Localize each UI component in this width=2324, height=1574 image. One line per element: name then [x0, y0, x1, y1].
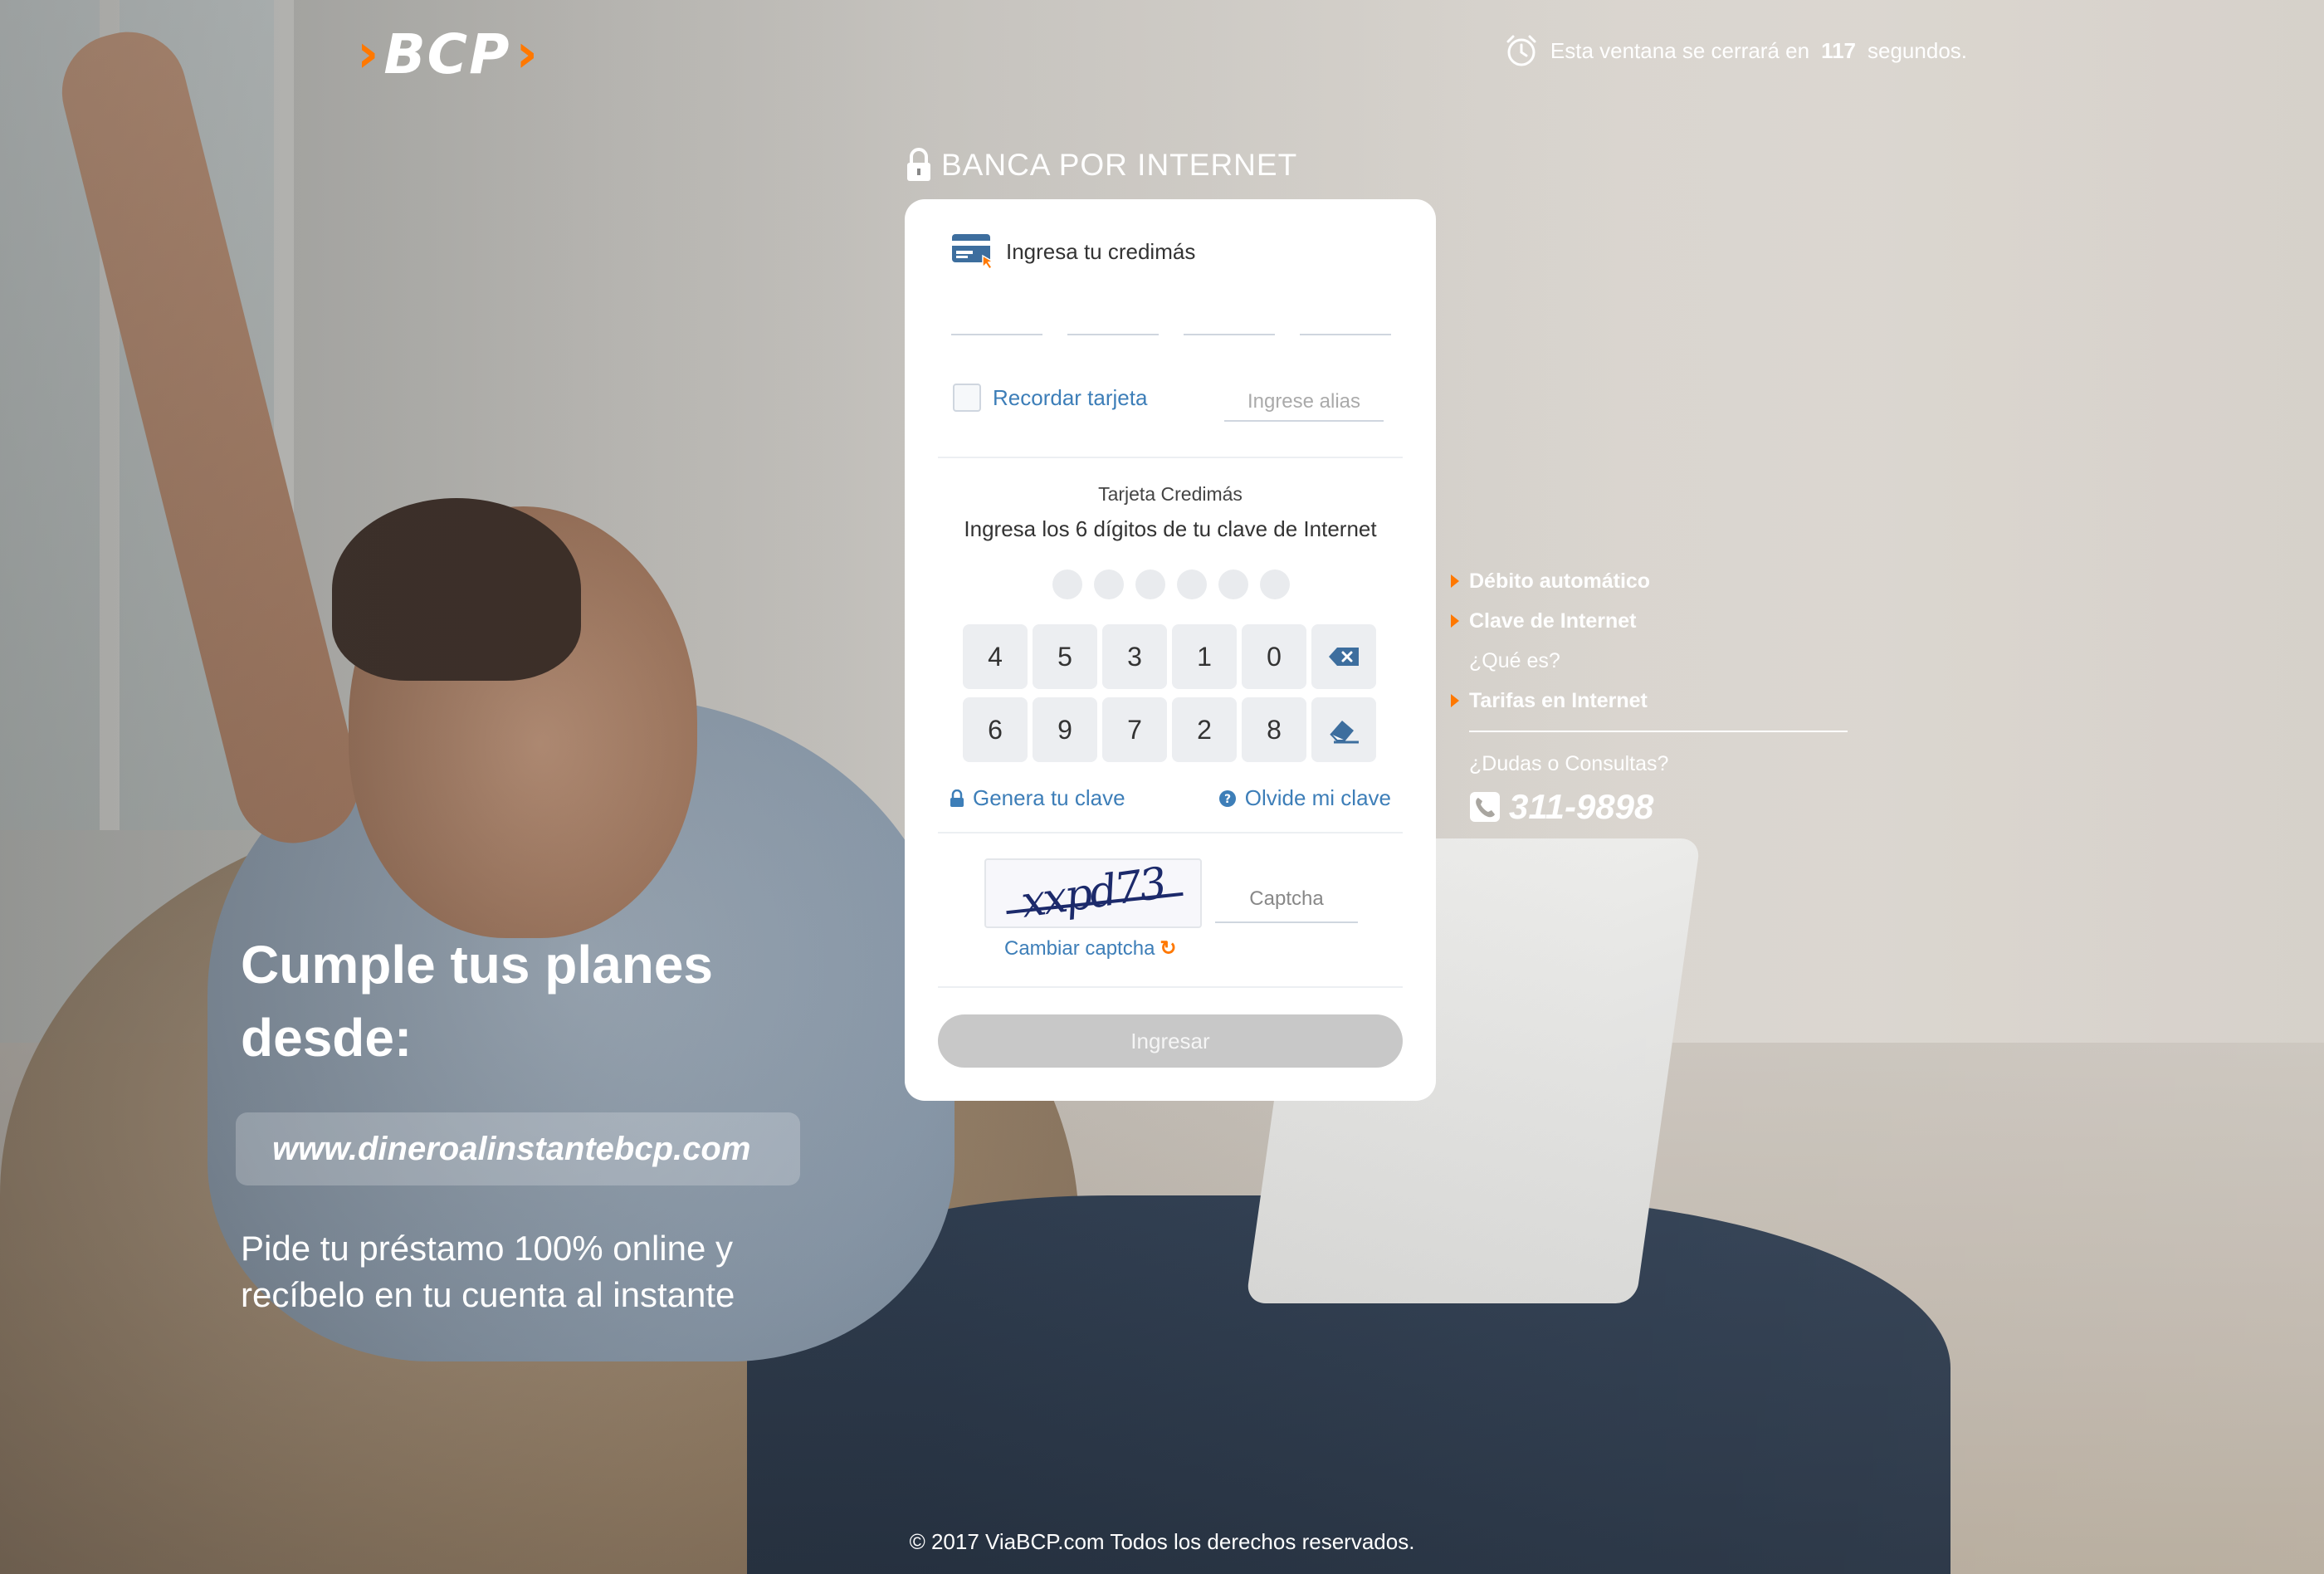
keypad-key[interactable]: 4	[963, 624, 1028, 689]
timer-seconds: 117	[1821, 37, 1857, 63]
promo-description: Pide tu préstamo 100% online y recíbelo …	[241, 1229, 735, 1314]
pin-dot	[1052, 569, 1082, 599]
keypad-key[interactable]: 2	[1172, 697, 1237, 762]
side-menu: Débito automático Clave de Internet ¿Qué…	[1451, 561, 1848, 827]
captcha-image: xxpd73	[984, 858, 1202, 928]
arrow-right-icon	[1451, 614, 1459, 628]
promo-url[interactable]: www.dineroalinstantebcp.com	[236, 1112, 800, 1185]
virtual-keypad: 4 5 3 1 0 6 9 7 2 8	[963, 624, 1376, 762]
backspace-icon	[1329, 648, 1359, 666]
timer-prefix: Esta ventana se cerrará en	[1550, 37, 1810, 63]
side-link-clave[interactable]: Clave de Internet	[1451, 601, 1848, 641]
section-title-text: BANCA POR INTERNET	[941, 148, 1298, 182]
logo-chevron-left: ›	[357, 23, 379, 85]
card-number-group-1[interactable]	[951, 332, 1042, 335]
card-number-fields[interactable]	[951, 332, 1391, 335]
clear-button[interactable]	[1311, 697, 1376, 762]
footer-copyright: © 2017 ViaBCP.com Todos los derechos res…	[909, 1529, 1415, 1554]
card-prompt-text: Ingresa tu credimás	[1006, 238, 1196, 264]
change-captcha-label[interactable]: Cambiar captcha	[1004, 937, 1155, 961]
submit-button[interactable]: Ingresar	[938, 1014, 1403, 1068]
promo-headline: Cumple tus planes desde:	[241, 935, 713, 1068]
change-captcha-link[interactable]: Cambiar captcha ↻	[1004, 936, 1177, 961]
captcha-text: xxpd73	[1018, 858, 1169, 928]
forgot-password-link[interactable]: ? Olvide mi clave	[1218, 785, 1391, 811]
card-number-group-3[interactable]	[1184, 332, 1275, 335]
pin-dots	[1052, 569, 1290, 599]
backspace-button[interactable]	[1311, 624, 1376, 689]
keypad-key[interactable]: 7	[1102, 697, 1167, 762]
alarm-clock-icon	[1506, 35, 1536, 66]
side-link-label[interactable]: Tarifas en Internet	[1469, 689, 1648, 713]
side-link-que-es[interactable]: ¿Qué es?	[1451, 641, 1848, 681]
pin-dot	[1177, 569, 1207, 599]
divider	[938, 832, 1403, 833]
credit-card-icon	[952, 234, 994, 271]
card-prompt: Ingresa tu credimás	[951, 232, 1195, 271]
arrow-right-icon	[1451, 694, 1459, 707]
alias-input[interactable]	[1224, 384, 1384, 422]
bcp-logo[interactable]: › BCP ›	[357, 22, 538, 86]
side-link-label[interactable]: Débito automático	[1469, 569, 1650, 594]
svg-text:?: ?	[1224, 793, 1231, 806]
promo-banner: Cumple tus planes desde: www.dineroalins…	[236, 928, 838, 1318]
arrow-right-icon	[1451, 574, 1459, 588]
eraser-icon	[1330, 721, 1359, 744]
refresh-icon: ↻	[1160, 937, 1177, 960]
keypad-key[interactable]: 9	[1033, 697, 1097, 762]
timer-suffix: segundos.	[1868, 37, 1967, 63]
question-circle-icon: ?	[1218, 789, 1236, 807]
pin-dot	[1135, 569, 1165, 599]
keypad-key[interactable]: 3	[1102, 624, 1167, 689]
login-card: Ingresa tu credimás Recordar tarjeta Tar…	[905, 199, 1436, 1101]
keypad-key[interactable]: 6	[963, 697, 1028, 762]
phone-icon	[1470, 792, 1500, 822]
remember-card-label[interactable]: Recordar tarjeta	[993, 385, 1147, 411]
card-number-group-4[interactable]	[1300, 332, 1391, 335]
phone-number-text[interactable]: 311-9898	[1509, 787, 1653, 827]
divider	[938, 457, 1403, 458]
logo-text: BCP	[383, 22, 511, 86]
keypad-key[interactable]: 5	[1033, 624, 1097, 689]
keypad-key[interactable]: 0	[1242, 624, 1306, 689]
generate-password-link[interactable]: Genera tu clave	[950, 785, 1125, 811]
captcha-input[interactable]	[1215, 877, 1358, 923]
pin-dot	[1218, 569, 1248, 599]
session-timer: Esta ventana se cerrará en 117 segundos.	[1504, 33, 1967, 68]
remember-card[interactable]: Recordar tarjeta	[953, 384, 1147, 412]
side-divider	[1469, 731, 1848, 732]
pin-dot	[1260, 569, 1290, 599]
phone-number[interactable]: 311-9898	[1451, 787, 1848, 827]
side-link-label[interactable]: Clave de Internet	[1469, 609, 1636, 633]
remember-card-checkbox[interactable]	[953, 384, 981, 412]
card-number-group-2[interactable]	[1067, 332, 1159, 335]
logo-chevron-right: ›	[515, 23, 538, 85]
forgot-password-label[interactable]: Olvide mi clave	[1245, 785, 1391, 811]
lock-icon	[950, 789, 964, 807]
section-title: BANCA POR INTERNET	[905, 148, 1297, 183]
padlock-icon	[907, 148, 930, 181]
help-label: ¿Dudas o Consultas?	[1469, 751, 1669, 775]
password-links: Genera tu clave ? Olvide mi clave	[950, 785, 1391, 811]
side-link-tarifas[interactable]: Tarifas en Internet	[1451, 681, 1848, 721]
pin-dot	[1094, 569, 1124, 599]
pin-prompt: Ingresa los 6 dígitos de tu clave de Int…	[964, 516, 1377, 541]
keypad-key[interactable]: 8	[1242, 697, 1306, 762]
generate-password-label[interactable]: Genera tu clave	[973, 785, 1125, 811]
card-type-label: Tarjeta Credimás	[1098, 483, 1243, 505]
keypad-key[interactable]: 1	[1172, 624, 1237, 689]
divider	[938, 986, 1403, 988]
side-link-debito[interactable]: Débito automático	[1451, 561, 1848, 601]
